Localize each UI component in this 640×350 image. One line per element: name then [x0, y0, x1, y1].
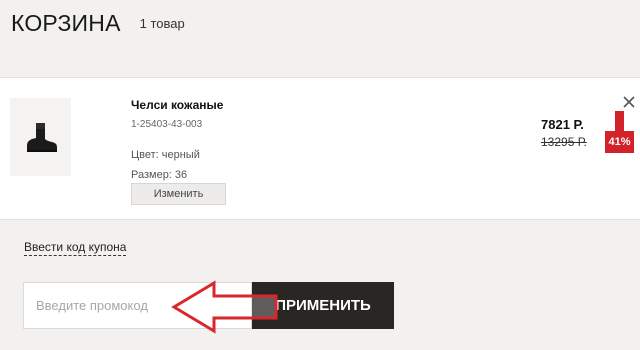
page-title: КОРЗИНА: [11, 10, 121, 36]
old-price: 13295 Р.: [541, 135, 587, 149]
discount-badge: 41%: [605, 111, 634, 153]
product-thumbnail[interactable]: [10, 98, 71, 176]
product-name[interactable]: Челси кожаные: [131, 98, 223, 112]
cart-item: Челси кожаные 1-25403-43-003 Цвет: черны…: [0, 77, 640, 220]
enter-coupon-link[interactable]: Ввести код купона: [24, 240, 127, 256]
cart-item-count: 1 товар: [139, 16, 185, 31]
product-size: Размер: 36: [131, 169, 188, 181]
apply-coupon-button[interactable]: ПРИМЕНИТЬ: [252, 282, 394, 329]
product-sku: 1-25403-43-003: [131, 119, 203, 130]
product-color: Цвет: черный: [131, 149, 200, 161]
promo-code-input[interactable]: [23, 282, 252, 329]
ankle-boot-icon: [26, 123, 57, 152]
change-item-button[interactable]: Изменить: [131, 183, 226, 205]
cart-header: КОРЗИНА 1 товар: [11, 10, 185, 40]
current-price: 7821 Р.: [541, 117, 584, 132]
close-icon[interactable]: [622, 95, 636, 109]
